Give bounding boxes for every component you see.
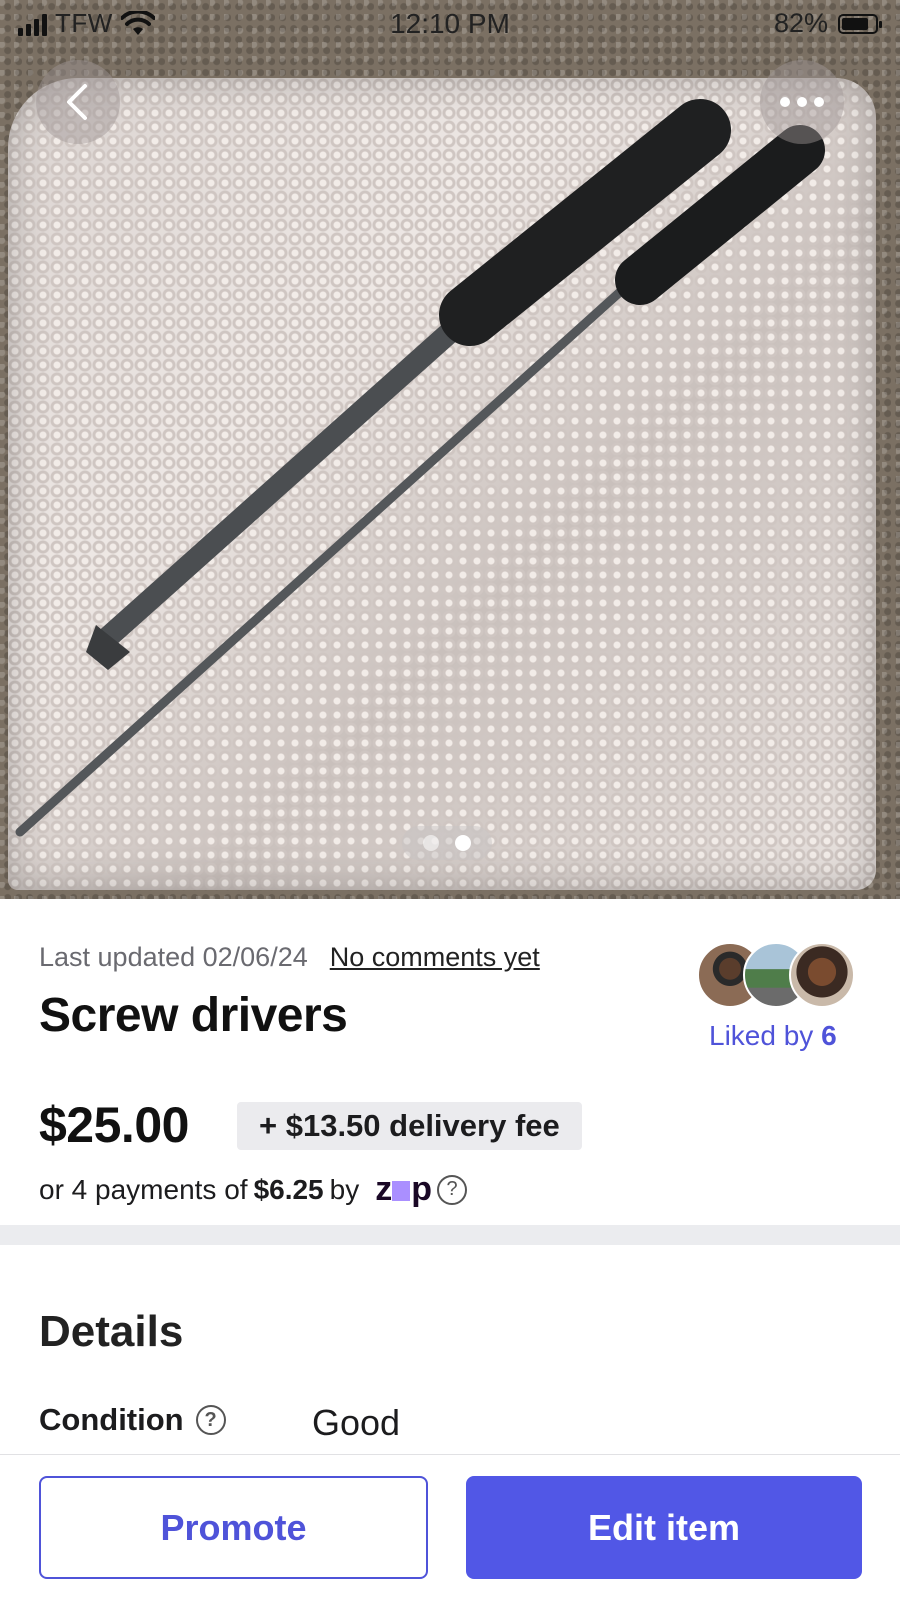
battery-percent: 82% bbox=[773, 8, 828, 38]
status-time: 12:10 PM bbox=[390, 8, 510, 39]
more-options-button[interactable] bbox=[760, 60, 844, 144]
condition-label: Condition ? bbox=[39, 1402, 226, 1438]
price: $25.00 bbox=[39, 1097, 189, 1153]
last-updated: Last updated 02/06/24 bbox=[39, 942, 308, 972]
avatar bbox=[789, 942, 855, 1008]
payments-amount: $6.25 bbox=[253, 1173, 324, 1205]
back-button[interactable] bbox=[36, 60, 120, 144]
more-horizontal-icon bbox=[780, 97, 824, 107]
zip-logo: zp bbox=[375, 1170, 432, 1208]
liked-by-link[interactable]: Liked by 6 bbox=[709, 1020, 837, 1052]
details-heading: Details bbox=[39, 1307, 184, 1356]
help-icon[interactable]: ? bbox=[437, 1174, 467, 1205]
delivery-fee-badge: + $13.50 delivery fee bbox=[237, 1102, 582, 1150]
payment-plan: or 4 payments of $6.25 by zp ? bbox=[39, 1170, 467, 1209]
photo-pagination[interactable] bbox=[402, 826, 492, 860]
liked-avatars[interactable] bbox=[697, 942, 857, 1010]
chevron-left-icon bbox=[67, 84, 87, 120]
payments-prefix: or 4 payments of bbox=[39, 1173, 248, 1205]
comments-link[interactable]: No comments yet bbox=[330, 942, 540, 973]
listing-meta: Last updated 02/06/24 No comments yet bbox=[39, 942, 540, 973]
listing-title: Screw drivers bbox=[39, 989, 348, 1042]
condition-help-icon[interactable]: ? bbox=[195, 1405, 226, 1435]
status-bar: TFW 12:10 PM 82% bbox=[0, 0, 900, 52]
edit-item-button[interactable]: Edit item bbox=[466, 1476, 862, 1579]
promote-button[interactable]: Promote bbox=[39, 1476, 428, 1579]
listing-photo[interactable]: TFW 12:10 PM 82% bbox=[0, 0, 900, 899]
page-dot[interactable] bbox=[423, 835, 439, 851]
liked-count: 6 bbox=[821, 1020, 837, 1051]
battery-icon bbox=[838, 13, 882, 34]
action-bar: Promote Edit item bbox=[0, 1454, 900, 1601]
liked-by-label: Liked by bbox=[709, 1020, 814, 1051]
section-divider bbox=[0, 1225, 900, 1245]
page-dot-active[interactable] bbox=[455, 835, 471, 851]
condition-label-text: Condition bbox=[39, 1402, 184, 1437]
payments-by: by bbox=[329, 1173, 360, 1205]
condition-value: Good bbox=[312, 1402, 401, 1443]
screwdrivers-image bbox=[15, 99, 825, 837]
